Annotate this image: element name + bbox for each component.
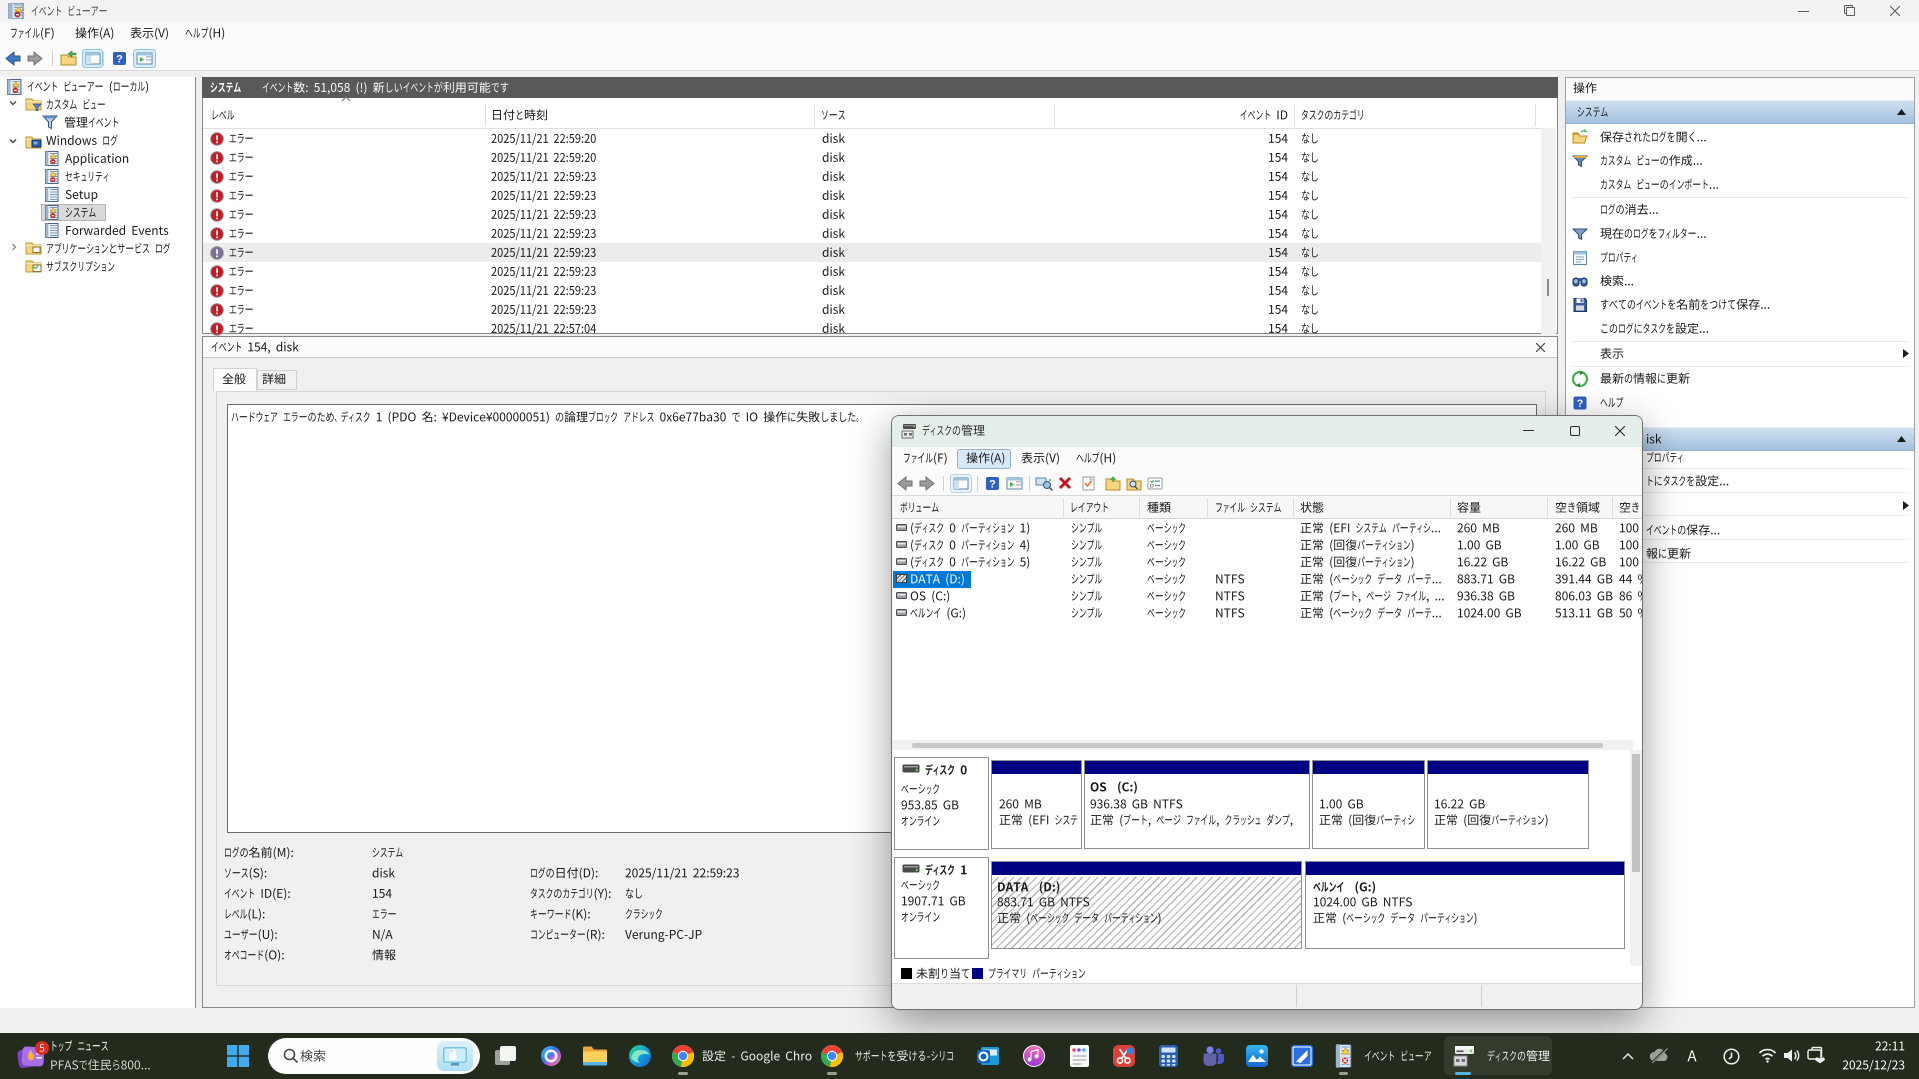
svg-text:?: ? [116, 54, 123, 66]
svg-text:?: ? [989, 479, 996, 491]
svg-text:?: ? [1577, 398, 1584, 410]
